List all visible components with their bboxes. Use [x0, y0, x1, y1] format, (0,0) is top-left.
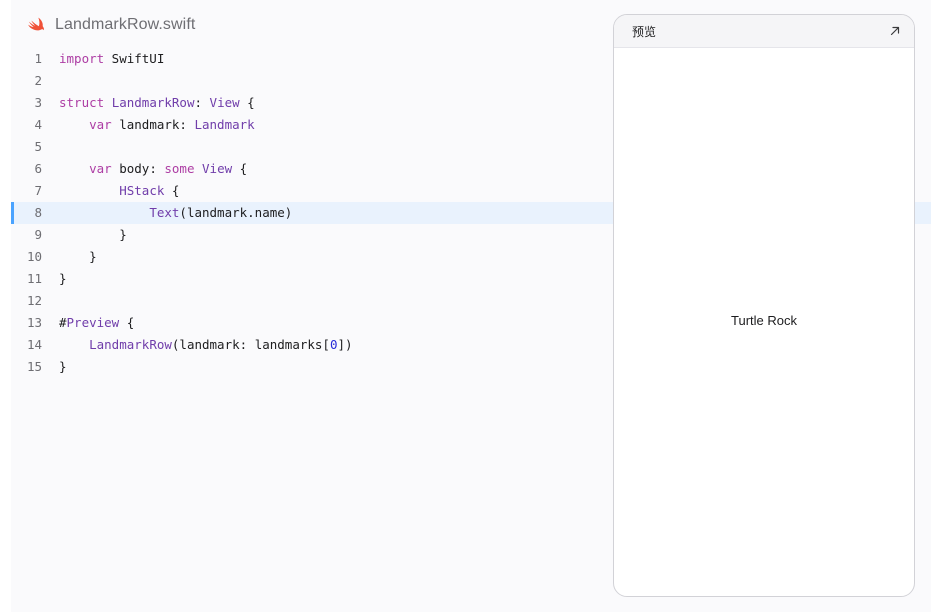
line-source: }: [42, 268, 67, 290]
code-token: #: [59, 315, 67, 330]
code-token: import: [59, 51, 105, 66]
line-number: 8: [34, 205, 42, 220]
line-source: var body: some View {: [42, 158, 247, 180]
code-token: var: [89, 161, 112, 176]
code-token: LandmarkRow: [111, 95, 195, 110]
line-number: 11: [26, 271, 42, 286]
line-source: [42, 136, 59, 158]
code-token: Text: [149, 205, 180, 220]
line-source: }: [42, 224, 127, 246]
line-number: 6: [34, 161, 42, 176]
code-token: SwiftUI: [104, 51, 165, 66]
line-source: [42, 70, 59, 92]
code-token: {: [232, 161, 248, 176]
code-token: ]): [337, 337, 353, 352]
line-number: 3: [34, 95, 42, 110]
line-source: Text(landmark.name): [42, 202, 292, 224]
line-number: 14: [26, 337, 42, 352]
line-number: 9: [34, 227, 42, 242]
line-number: 4: [34, 117, 42, 132]
line-source: [42, 290, 59, 312]
code-token: (landmark: landmarks[: [171, 337, 330, 352]
line-source: #Preview {: [42, 312, 134, 334]
line-source: LandmarkRow(landmark: landmarks[0]): [42, 334, 353, 356]
file-name[interactable]: LandmarkRow.swift: [55, 16, 195, 34]
code-token: LandmarkRow: [89, 337, 172, 352]
file-header: LandmarkRow.swift: [27, 14, 195, 36]
code-token: :: [194, 95, 210, 110]
line-number: 1: [34, 51, 42, 66]
line-source: }: [42, 246, 97, 268]
line-source: var landmark: Landmark: [42, 114, 255, 136]
preview-panel: 预览 Turtle Rock: [613, 14, 915, 597]
code-token: HStack: [119, 183, 165, 198]
code-token: {: [164, 183, 180, 198]
line-number: 10: [26, 249, 42, 264]
expand-arrow-icon[interactable]: [888, 24, 902, 38]
code-token: var: [89, 117, 112, 132]
preview-canvas: Turtle Rock: [614, 48, 914, 596]
preview-title: 预览: [632, 24, 657, 39]
code-token: struct: [59, 95, 105, 110]
code-token: some: [164, 161, 195, 176]
line-number: 15: [26, 359, 42, 374]
preview-header: 预览: [614, 15, 914, 48]
line-source: HStack {: [42, 180, 179, 202]
code-token: (landmark.name): [179, 205, 293, 220]
code-token: landmark:: [111, 117, 195, 132]
code-token: }: [59, 249, 97, 264]
line-source: struct LandmarkRow: View {: [42, 92, 255, 114]
code-token: body:: [111, 161, 165, 176]
code-token: }: [59, 271, 67, 286]
line-number: 12: [26, 293, 42, 308]
swift-logo-icon: [28, 17, 45, 31]
code-token: View: [209, 95, 240, 110]
code-token: }: [59, 227, 127, 242]
code-token: }: [59, 359, 67, 374]
line-number: 13: [26, 315, 42, 330]
line-source: import SwiftUI: [42, 48, 164, 70]
preview-landmark-name: Turtle Rock: [731, 313, 797, 328]
line-source: }: [42, 356, 67, 378]
code-token: Preview: [66, 315, 120, 330]
code-token: View: [202, 161, 233, 176]
line-number: 2: [34, 73, 42, 88]
code-token: {: [119, 315, 135, 330]
code-token: Landmark: [194, 117, 255, 132]
line-number: 7: [34, 183, 42, 198]
line-number: 5: [34, 139, 42, 154]
code-token: {: [239, 95, 255, 110]
